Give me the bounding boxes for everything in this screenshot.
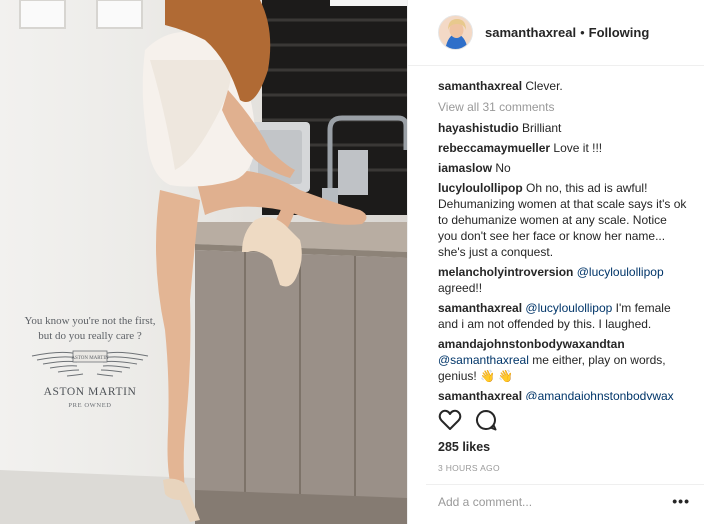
comment-username[interactable]: samanthaxreal xyxy=(438,389,522,400)
ad-tagline-line2: but do you really care ? xyxy=(38,330,142,342)
post-side-panel: samanthaxreal • Following samanthaxreal … xyxy=(407,0,704,524)
comment-item: melancholyintroversion @lucyloulollipop … xyxy=(438,264,688,296)
ad-brand-subtitle: PRE OWNED xyxy=(68,402,112,409)
caption-text: Clever. xyxy=(525,79,563,93)
comment-text: Brilliant xyxy=(522,121,562,135)
comment-username[interactable]: samanthaxreal xyxy=(438,301,522,315)
ad-tagline: You know you're not the first, but do yo… xyxy=(0,314,180,344)
comment-mention[interactable]: @amandajohnstonbodywax xyxy=(525,389,673,400)
ad-brand-name: ASTON MARTIN xyxy=(43,386,137,398)
post-timestamp: 3 HOURS AGO xyxy=(438,463,500,473)
comment-item: rebeccamaymueller Love it !!! xyxy=(438,140,688,156)
post-actions xyxy=(438,409,497,436)
comments-list[interactable]: samanthaxreal Clever. View all 31 commen… xyxy=(438,70,688,400)
kitchen-scene-illustration xyxy=(0,0,407,524)
avatar-image xyxy=(439,16,472,49)
comment-text: Love it !!! xyxy=(553,141,603,155)
likes-count[interactable]: 285 likes xyxy=(438,440,490,454)
post-caption: samanthaxreal Clever. xyxy=(438,78,688,94)
comment-item: iamaslow No xyxy=(438,160,688,176)
comment-username[interactable]: amandajohnstonbodywaxandtan xyxy=(438,337,625,351)
comment-bubble-icon[interactable] xyxy=(475,409,497,436)
like-heart-icon[interactable] xyxy=(438,409,462,436)
header-separator: • xyxy=(580,25,585,40)
logo-lettering: ASTON MARTIN xyxy=(71,356,109,361)
caption-username[interactable]: samanthaxreal xyxy=(438,79,522,93)
ad-tagline-line1: You know you're not the first, xyxy=(24,315,156,327)
avatar[interactable] xyxy=(438,15,473,50)
aston-martin-wings-logo: ASTON MARTIN xyxy=(31,350,149,377)
comment-text: No xyxy=(495,161,511,175)
comment-username[interactable]: rebeccamaymueller xyxy=(438,141,550,155)
comment-item: samanthaxreal @lucyloulollipop I'm femal… xyxy=(438,300,688,332)
comment-item: amandajohnstonbodywaxandtan @samanthaxre… xyxy=(438,336,688,384)
post-image[interactable]: You know you're not the first, but do yo… xyxy=(0,0,407,524)
comment-text: agreed!! xyxy=(438,281,483,295)
comment-username[interactable]: hayashistudio xyxy=(438,121,519,135)
add-comment-bar: ••• xyxy=(426,484,704,524)
view-all-comments-link[interactable]: View all 31 comments xyxy=(438,99,688,115)
more-options-icon[interactable]: ••• xyxy=(672,493,690,509)
add-comment-input[interactable] xyxy=(438,495,658,509)
comment-username[interactable]: melancholyintroversion xyxy=(438,265,573,279)
comment-mention[interactable]: @lucyloulollipop xyxy=(525,301,612,315)
comment-mention[interactable]: @samanthaxreal xyxy=(438,353,529,367)
comment-item: samanthaxreal @amandajohnstonbodywax xyxy=(438,388,688,400)
comment-mention[interactable]: @lucyloulollipop xyxy=(577,265,664,279)
comment-item: hayashistudio Brilliant xyxy=(438,120,688,136)
comment-username[interactable]: lucyloulollipop xyxy=(438,181,523,195)
header-username[interactable]: samanthaxreal xyxy=(485,25,576,40)
comment-username[interactable]: iamaslow xyxy=(438,161,492,175)
following-button[interactable]: Following xyxy=(589,25,650,40)
comment-item: lucyloulollipop Oh no, this ad is awful!… xyxy=(438,180,688,260)
post-header: samanthaxreal • Following xyxy=(408,0,704,66)
